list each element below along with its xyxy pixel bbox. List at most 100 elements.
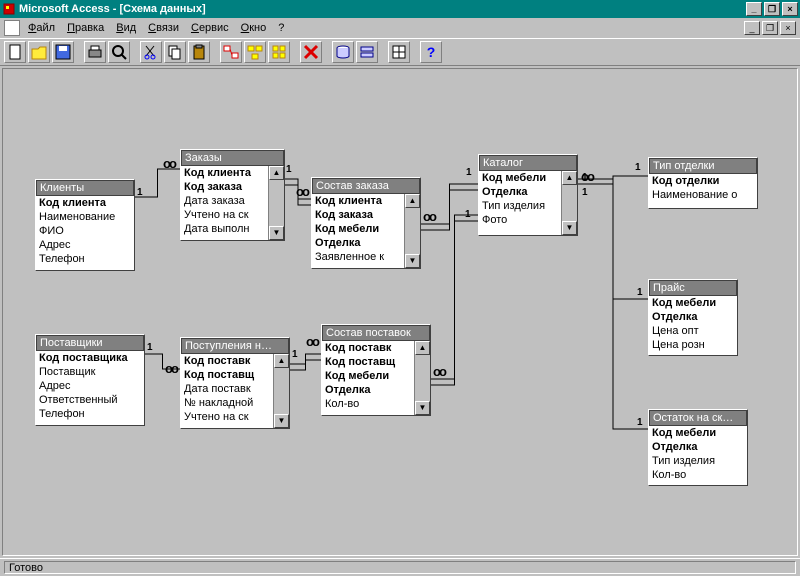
scrollbar[interactable]: ▲▼ bbox=[561, 171, 577, 235]
field-list[interactable]: Код поставкКод поставщКод мебелиОтделкаК… bbox=[322, 341, 430, 415]
scrollbar[interactable]: ▲▼ bbox=[268, 166, 284, 240]
database1-button[interactable] bbox=[332, 41, 354, 63]
field-item[interactable]: Отделка bbox=[479, 185, 561, 199]
field-list[interactable]: Код мебелиОтделкаТип изделияФото▲▼ bbox=[479, 171, 577, 235]
table-header[interactable]: Состав поставок bbox=[322, 325, 430, 341]
field-item[interactable]: Код поставщика bbox=[36, 351, 144, 365]
scroll-down-icon[interactable]: ▼ bbox=[269, 226, 284, 240]
mdi-maximize-button[interactable]: ❐ bbox=[762, 21, 778, 35]
field-item[interactable]: Адрес bbox=[36, 379, 144, 393]
table-receipt-items[interactable]: Состав поставокКод поставкКод поставщКод… bbox=[321, 324, 431, 416]
close-button[interactable]: × bbox=[782, 2, 798, 16]
paste-button[interactable] bbox=[188, 41, 210, 63]
delete-button[interactable] bbox=[300, 41, 322, 63]
scroll-down-icon[interactable]: ▼ bbox=[562, 221, 577, 235]
open-button[interactable] bbox=[28, 41, 50, 63]
table-suppliers[interactable]: ПоставщикиКод поставщикаПоставщикАдресОт… bbox=[35, 334, 145, 426]
scroll-down-icon[interactable]: ▼ bbox=[405, 254, 420, 268]
new-button[interactable] bbox=[4, 41, 26, 63]
field-item[interactable]: Отделка bbox=[312, 236, 404, 250]
relationships-canvas[interactable]: КлиентыКод клиентаНаименованиеФИОАдресТе… bbox=[2, 68, 798, 556]
menu-окно[interactable]: Окно bbox=[235, 20, 273, 36]
table-header[interactable]: Состав заказа bbox=[312, 178, 420, 194]
table-header[interactable]: Заказы bbox=[181, 150, 284, 166]
field-item[interactable]: Отделка bbox=[649, 440, 747, 454]
copy-button[interactable] bbox=[164, 41, 186, 63]
scrollbar[interactable]: ▲▼ bbox=[273, 354, 289, 428]
field-item[interactable]: ФИО bbox=[36, 224, 134, 238]
scroll-down-icon[interactable]: ▼ bbox=[274, 414, 289, 428]
show-table-button[interactable] bbox=[244, 41, 266, 63]
field-list[interactable]: Код клиентаКод заказаКод мебелиОтделкаЗа… bbox=[312, 194, 420, 268]
field-item[interactable]: Дата заказа bbox=[181, 194, 268, 208]
field-item[interactable]: Тип изделия bbox=[479, 199, 561, 213]
table-clients[interactable]: КлиентыКод клиентаНаименованиеФИОАдресТе… bbox=[35, 179, 135, 271]
menu-связи[interactable]: Связи bbox=[142, 20, 185, 36]
field-item[interactable]: Наименование bbox=[36, 210, 134, 224]
table-header[interactable]: Клиенты bbox=[36, 180, 134, 196]
print-button[interactable] bbox=[84, 41, 106, 63]
field-item[interactable]: № накладной bbox=[181, 396, 273, 410]
field-item[interactable]: Учтено на ск bbox=[181, 208, 268, 222]
field-item[interactable]: Код поставк bbox=[322, 341, 414, 355]
field-list[interactable]: Код клиентаНаименованиеФИОАдресТелефон bbox=[36, 196, 134, 270]
field-item[interactable]: Код заказа bbox=[181, 180, 268, 194]
table-header[interactable]: Остаток на ск… bbox=[649, 410, 747, 426]
field-item[interactable]: Код поставк bbox=[181, 354, 273, 368]
help-button[interactable]: ? bbox=[420, 41, 442, 63]
scrollbar[interactable]: ▲▼ bbox=[414, 341, 430, 415]
table-header[interactable]: Прайс bbox=[649, 280, 737, 296]
table-catalog[interactable]: КаталогКод мебелиОтделкаТип изделияФото▲… bbox=[478, 154, 578, 236]
field-item[interactable]: Код клиента bbox=[312, 194, 404, 208]
field-item[interactable]: Код поставщ bbox=[181, 368, 273, 382]
save-button[interactable] bbox=[52, 41, 74, 63]
relationships-button[interactable] bbox=[220, 41, 242, 63]
field-item[interactable]: Код мебели bbox=[322, 369, 414, 383]
field-item[interactable]: Кол-во bbox=[649, 468, 747, 482]
database2-button[interactable] bbox=[356, 41, 378, 63]
menu-правка[interactable]: Правка bbox=[61, 20, 110, 36]
mdi-close-button[interactable]: × bbox=[780, 21, 796, 35]
field-item[interactable]: Код мебели bbox=[312, 222, 404, 236]
table-header[interactable]: Тип отделки bbox=[649, 158, 757, 174]
scroll-up-icon[interactable]: ▲ bbox=[274, 354, 289, 368]
table-header[interactable]: Каталог bbox=[479, 155, 577, 171]
field-item[interactable]: Дата поставк bbox=[181, 382, 273, 396]
field-item[interactable]: Фото bbox=[479, 213, 561, 227]
show-all-button[interactable] bbox=[268, 41, 290, 63]
scroll-up-icon[interactable]: ▲ bbox=[405, 194, 420, 208]
field-item[interactable]: Код клиента bbox=[36, 196, 134, 210]
office-button[interactable] bbox=[388, 41, 410, 63]
field-item[interactable]: Наименование о bbox=[649, 188, 757, 202]
scroll-up-icon[interactable]: ▲ bbox=[562, 171, 577, 185]
field-item[interactable]: Код мебели bbox=[479, 171, 561, 185]
menu-файл[interactable]: Файл bbox=[22, 20, 61, 36]
table-finish-type[interactable]: Тип отделкиКод отделкиНаименование о bbox=[648, 157, 758, 209]
field-list[interactable]: Код поставщикаПоставщикАдресОтветственны… bbox=[36, 351, 144, 425]
table-header[interactable]: Поставщики bbox=[36, 335, 144, 351]
field-item[interactable]: Телефон bbox=[36, 407, 144, 421]
table-orders[interactable]: ЗаказыКод клиентаКод заказаДата заказаУч… bbox=[180, 149, 285, 241]
field-item[interactable]: Отделка bbox=[649, 310, 737, 324]
table-stock[interactable]: Остаток на ск…Код мебелиОтделкаТип издел… bbox=[648, 409, 748, 486]
table-order-items[interactable]: Состав заказаКод клиентаКод заказаКод ме… bbox=[311, 177, 421, 269]
field-item[interactable]: Дата выполн bbox=[181, 222, 268, 236]
field-list[interactable]: Код мебелиОтделкаТип изделияКол-во bbox=[649, 426, 747, 485]
field-item[interactable]: Заявленное к bbox=[312, 250, 404, 264]
field-item[interactable]: Тип изделия bbox=[649, 454, 747, 468]
table-header[interactable]: Поступления н… bbox=[181, 338, 289, 354]
field-list[interactable]: Код мебелиОтделкаЦена оптЦена розн bbox=[649, 296, 737, 355]
mdi-icon[interactable] bbox=[4, 20, 20, 36]
field-item[interactable]: Код мебели bbox=[649, 426, 747, 440]
scroll-down-icon[interactable]: ▼ bbox=[415, 401, 430, 415]
field-item[interactable]: Цена опт bbox=[649, 324, 737, 338]
maximize-button[interactable]: ❐ bbox=[764, 2, 780, 16]
field-item[interactable]: Отделка bbox=[322, 383, 414, 397]
field-item[interactable]: Код клиента bbox=[181, 166, 268, 180]
field-item[interactable]: Код мебели bbox=[649, 296, 737, 310]
scroll-up-icon[interactable]: ▲ bbox=[415, 341, 430, 355]
mdi-minimize-button[interactable]: _ bbox=[744, 21, 760, 35]
field-item[interactable]: Поставщик bbox=[36, 365, 144, 379]
scroll-up-icon[interactable]: ▲ bbox=[269, 166, 284, 180]
menu-вид[interactable]: Вид bbox=[110, 20, 142, 36]
